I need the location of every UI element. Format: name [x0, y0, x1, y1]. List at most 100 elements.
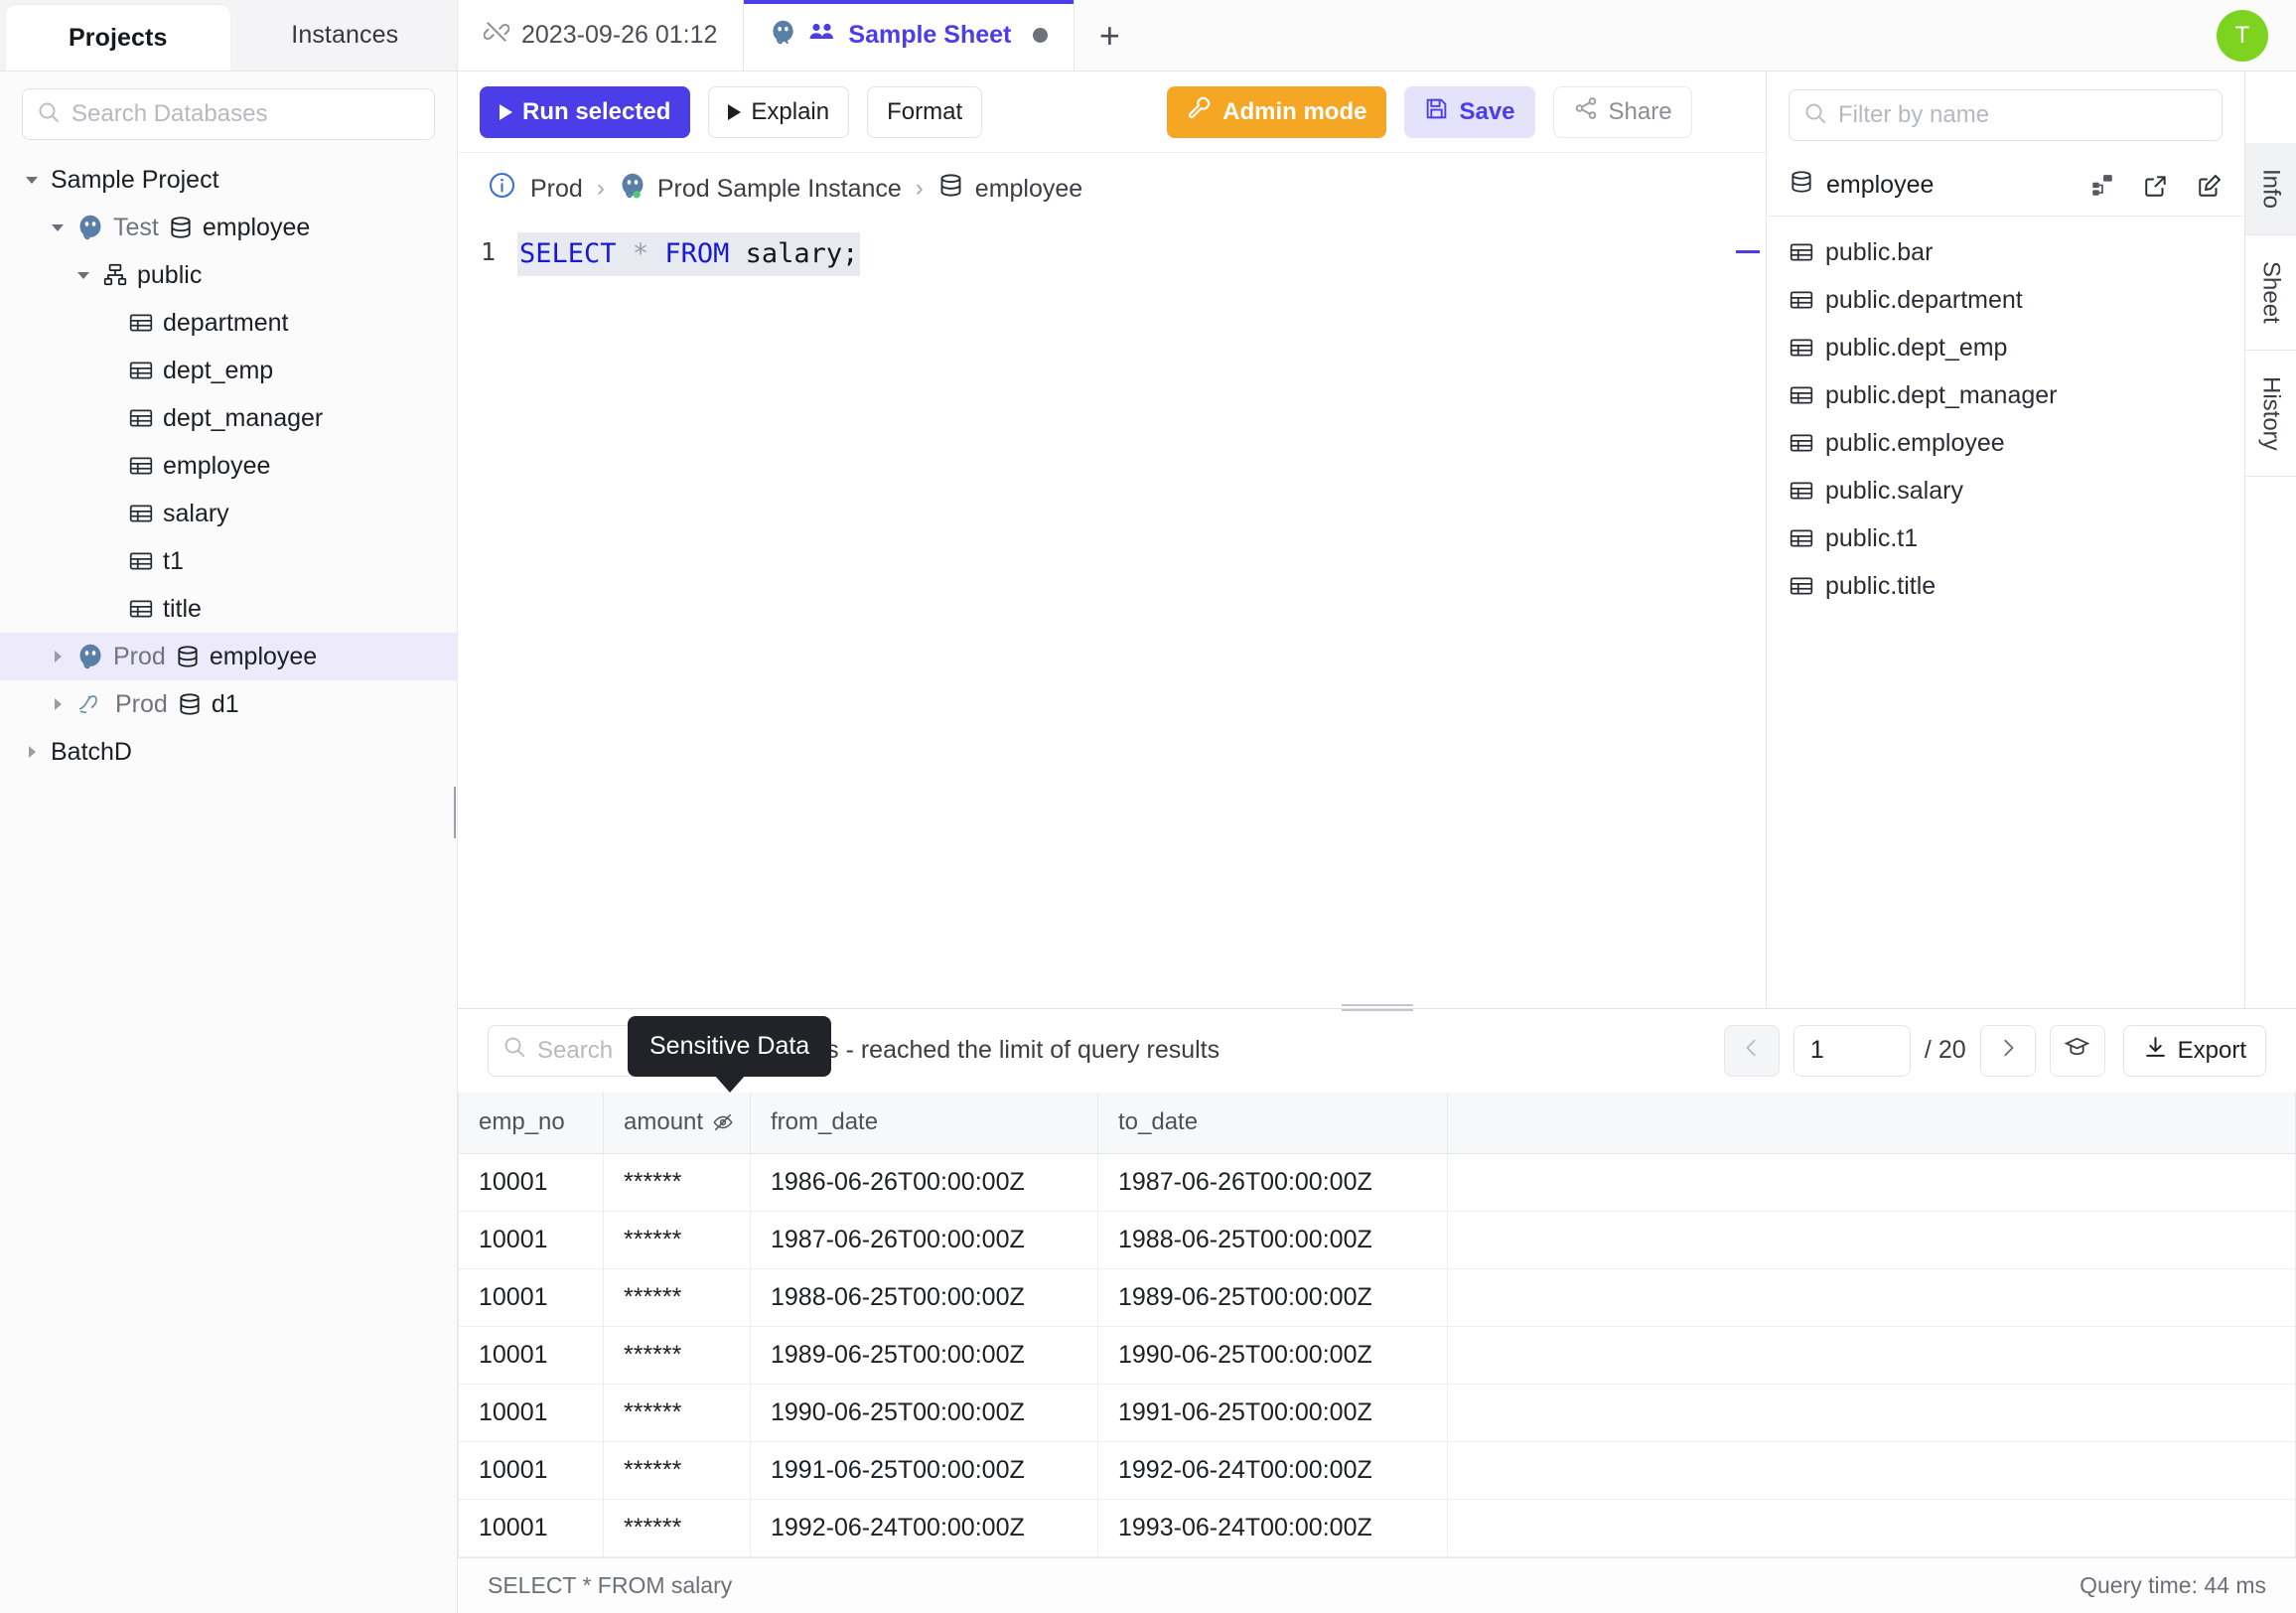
table-cell[interactable]: 1988-06-25T00:00:00Z [1097, 1211, 1448, 1269]
editor-code-text[interactable]: SELECT * FROM salary; [517, 232, 861, 276]
tree-item-prod-d1[interactable]: Prod d1 [0, 680, 457, 728]
admin-mode-button[interactable]: Admin mode [1167, 85, 1387, 138]
tree-item-employee[interactable]: employee [0, 442, 457, 490]
page-number-input[interactable]: 1 [1793, 1024, 1911, 1077]
explain-button[interactable]: Explain [708, 85, 850, 138]
table-row[interactable]: 10001 ****** 1989-06-25T00:00:00Z 1990-06-2… [458, 1326, 2296, 1385]
column-header-from_date[interactable]: from_date [750, 1092, 1098, 1154]
table-row[interactable]: 10001 ****** 1986-06-26T00:00:00Z 1987-06-2… [458, 1153, 2296, 1212]
table-cell[interactable]: 1987-06-26T00:00:00Z [1097, 1153, 1448, 1212]
tree-item-dept-manager[interactable]: dept_manager [0, 394, 457, 442]
table-cell[interactable]: ****** [603, 1499, 751, 1557]
table-cell[interactable]: ****** [603, 1211, 751, 1269]
table-cell[interactable]: 10001 [458, 1153, 604, 1212]
schema-table-item[interactable]: public.department [1767, 276, 2244, 324]
table-cell[interactable]: 10001 [458, 1384, 604, 1442]
table-row[interactable]: 10001 ****** 1992-06-24T00:00:00Z 1993-06-2… [458, 1499, 2296, 1557]
tree-item-title[interactable]: title [0, 585, 457, 633]
chevron-right-icon[interactable] [22, 742, 42, 762]
save-button[interactable]: Save [1404, 85, 1535, 138]
eye-off-icon[interactable] [712, 1111, 734, 1133]
schema-table-item[interactable]: public.employee [1767, 419, 2244, 467]
table-cell[interactable]: 1988-06-25T00:00:00Z [750, 1268, 1098, 1327]
export-button[interactable]: Export [2122, 1024, 2266, 1077]
format-button[interactable]: Format [867, 85, 983, 138]
table-cell[interactable]: ****** [603, 1153, 751, 1212]
schema-table-item[interactable]: public.t1 [1767, 514, 2244, 562]
tree-item-test-employee[interactable]: Test employee [0, 204, 457, 251]
table-cell[interactable]: 1989-06-25T00:00:00Z [750, 1326, 1098, 1385]
breadcrumb-item-instance[interactable]: Prod Sample Instance [619, 172, 902, 207]
tab-instances[interactable]: Instances [233, 0, 458, 71]
tree-item-batchd[interactable]: BatchD [0, 728, 457, 776]
table-cell[interactable] [1447, 1153, 2296, 1212]
table-cell[interactable]: ****** [603, 1326, 751, 1385]
schema-table-item[interactable]: public.dept_emp [1767, 324, 2244, 371]
table-cell[interactable]: 10001 [458, 1211, 604, 1269]
table-cell[interactable]: 1993-06-24T00:00:00Z [1097, 1499, 1448, 1557]
column-header-blank[interactable] [1447, 1092, 2296, 1154]
table-cell[interactable]: 1990-06-25T00:00:00Z [750, 1384, 1098, 1442]
share-button[interactable]: Share [1552, 85, 1692, 138]
avatar[interactable]: T [2217, 9, 2268, 62]
tree-item-public[interactable]: public [0, 251, 457, 299]
tree-item-prod-employee[interactable]: Prod employee [0, 633, 457, 680]
schema-table-item[interactable]: public.title [1767, 562, 2244, 610]
rail-tab-sheet[interactable]: Sheet [2245, 235, 2296, 351]
table-cell[interactable]: 1992-06-24T00:00:00Z [750, 1499, 1098, 1557]
rail-tab-info[interactable]: Info [2245, 143, 2296, 236]
breadcrumb-item-database[interactable]: employee [937, 172, 1082, 206]
results-resize-grip[interactable] [1341, 1001, 1413, 1015]
table-cell[interactable] [1447, 1326, 2296, 1385]
table-row[interactable]: 10001 ****** 1988-06-25T00:00:00Z 1989-06-2… [458, 1268, 2296, 1327]
table-cell[interactable]: 1986-06-26T00:00:00Z [750, 1153, 1098, 1212]
table-cell[interactable]: ****** [603, 1384, 751, 1442]
run-selected-button[interactable]: Run selected [480, 85, 691, 138]
chevron-right-icon[interactable] [48, 647, 68, 666]
table-cell[interactable]: ****** [603, 1268, 751, 1327]
column-header-to_date[interactable]: to_date [1097, 1092, 1448, 1154]
editor-tab-sample-sheet[interactable]: Sample Sheet [744, 0, 1076, 71]
chevron-right-icon[interactable] [48, 694, 68, 714]
table-row[interactable]: 10001 ****** 1987-06-26T00:00:00Z 1988-06-2… [458, 1211, 2296, 1269]
table-cell[interactable]: 1987-06-26T00:00:00Z [750, 1211, 1098, 1269]
table-row[interactable]: 10001 ****** 1990-06-25T00:00:00Z 1991-06-2… [458, 1384, 2296, 1442]
tree-item-sample-project[interactable]: Sample Project [0, 156, 457, 204]
breadcrumb-item-environment[interactable]: Prod [530, 175, 583, 204]
tab-projects[interactable]: Projects [6, 5, 230, 71]
filter-by-name-input[interactable]: Filter by name [1789, 89, 2223, 141]
table-cell[interactable]: 1990-06-25T00:00:00Z [1097, 1326, 1448, 1385]
new-tab-button[interactable]: + [1075, 0, 1144, 71]
graduation-cap-button[interactable] [2049, 1024, 2105, 1077]
column-header-emp_no[interactable]: emp_no [458, 1092, 604, 1154]
chevron-down-icon[interactable] [22, 170, 42, 190]
schema-diagram-icon[interactable] [2089, 173, 2115, 199]
prev-page-button[interactable] [1723, 1024, 1780, 1077]
chevron-down-icon[interactable] [48, 218, 68, 237]
table-cell[interactable] [1447, 1268, 2296, 1327]
table-cell[interactable]: 1992-06-24T00:00:00Z [1097, 1441, 1448, 1500]
column-header-amount[interactable]: amount [603, 1092, 751, 1154]
table-cell[interactable]: 10001 [458, 1441, 604, 1500]
tree-item-salary[interactable]: salary [0, 490, 457, 537]
table-cell[interactable]: 10001 [458, 1499, 604, 1557]
search-databases-input[interactable]: Search Databases [22, 88, 435, 140]
table-cell[interactable]: 1989-06-25T00:00:00Z [1097, 1268, 1448, 1327]
schema-table-item[interactable]: public.dept_manager [1767, 371, 2244, 419]
schema-table-item[interactable]: public.salary [1767, 467, 2244, 514]
table-cell[interactable]: ****** [603, 1441, 751, 1500]
table-cell[interactable]: 10001 [458, 1268, 604, 1327]
tree-item-dept-emp[interactable]: dept_emp [0, 347, 457, 394]
schema-table-item[interactable]: public.bar [1767, 228, 2244, 276]
external-link-icon[interactable] [2143, 173, 2169, 199]
table-cell[interactable]: 10001 [458, 1326, 604, 1385]
edit-icon[interactable] [2197, 173, 2223, 199]
next-page-button[interactable] [1979, 1024, 2036, 1077]
table-cell[interactable] [1447, 1499, 2296, 1557]
table-cell[interactable] [1447, 1441, 2296, 1500]
tree-item-department[interactable]: department [0, 299, 457, 347]
sql-editor[interactable]: 1 SELECT * FROM salary; [458, 224, 1766, 1008]
rail-tab-history[interactable]: History [2245, 351, 2296, 478]
table-cell[interactable] [1447, 1384, 2296, 1442]
info-icon[interactable] [488, 171, 516, 207]
